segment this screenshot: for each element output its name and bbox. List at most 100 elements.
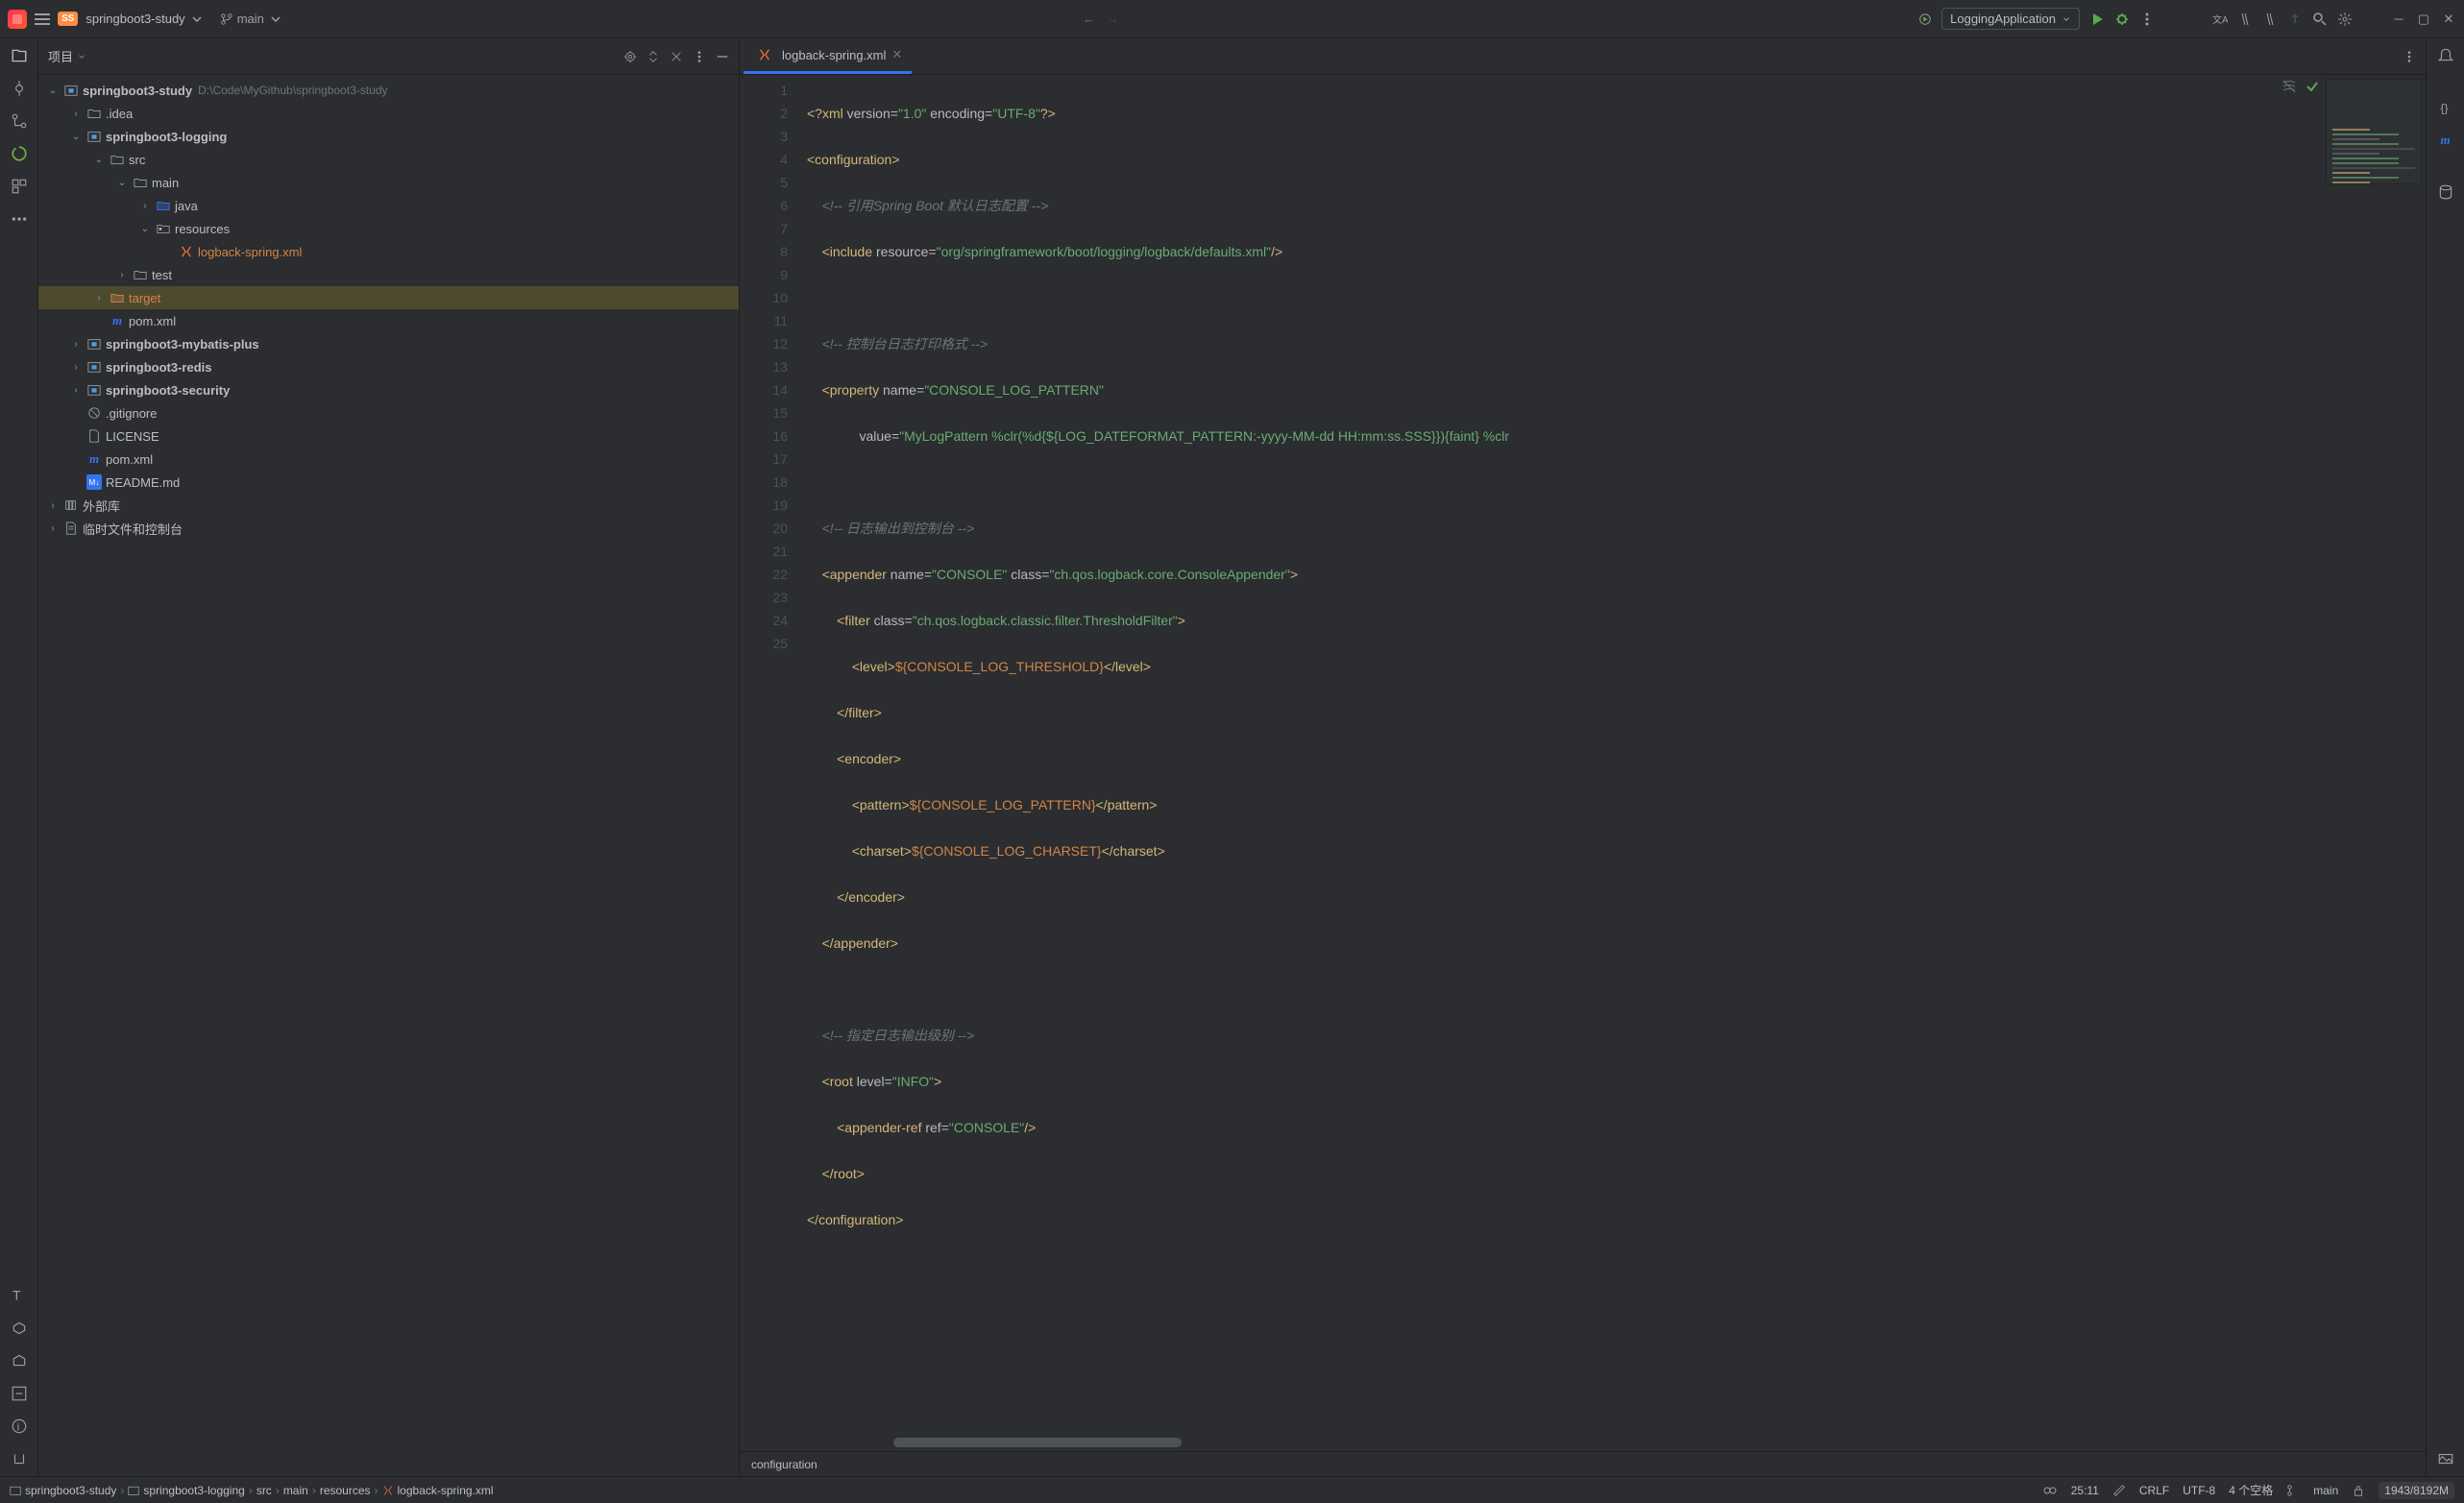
code-with-me-icon[interactable] bbox=[2237, 12, 2253, 27]
maven-tool-icon[interactable]: m bbox=[2436, 131, 2455, 150]
tree-row[interactable]: ›.idea bbox=[38, 102, 739, 125]
module-icon bbox=[86, 336, 102, 352]
tree-row[interactable]: ›java bbox=[38, 194, 739, 217]
database-tool-icon[interactable] bbox=[2436, 182, 2455, 202]
memory-indicator[interactable]: 1943/8192M bbox=[2379, 1482, 2454, 1499]
indent-setting[interactable]: 4 个空格 bbox=[2229, 1482, 2273, 1498]
more-tool-icon[interactable] bbox=[10, 209, 29, 229]
library-icon bbox=[63, 497, 79, 513]
tree-row[interactable]: ⌄resources bbox=[38, 217, 739, 240]
tree-row-root[interactable]: ⌄ springboot3-study D:\Code\MyGithub\spr… bbox=[38, 79, 739, 102]
spring-tool-icon[interactable] bbox=[10, 144, 29, 163]
code-with-me-icon[interactable] bbox=[2262, 12, 2278, 27]
tree-row[interactable]: mpom.xml bbox=[38, 309, 739, 332]
copilot-icon[interactable] bbox=[2042, 1483, 2058, 1498]
tree-row[interactable]: logback-spring.xml bbox=[38, 240, 739, 263]
tree-row[interactable]: LICENSE bbox=[38, 424, 739, 448]
tree-row[interactable]: M↓README.md bbox=[38, 471, 739, 494]
translate-icon[interactable]: 文A bbox=[2212, 12, 2228, 27]
select-opened-file-icon[interactable] bbox=[623, 50, 637, 63]
tree-row[interactable]: ›springboot3-redis bbox=[38, 355, 739, 378]
vcs-branch-selector[interactable]: main bbox=[220, 12, 283, 27]
line-number-gutter[interactable]: 1234567891011121314151617181920212223242… bbox=[740, 75, 797, 1451]
close-icon[interactable]: ✕ bbox=[2441, 12, 2456, 27]
notifications-icon[interactable] bbox=[2436, 46, 2455, 65]
crumb-item[interactable]: configuration bbox=[751, 1458, 817, 1471]
more-icon[interactable] bbox=[693, 50, 706, 63]
tree-row[interactable]: ›外部库 bbox=[38, 494, 739, 517]
commit-tool-icon[interactable] bbox=[10, 79, 29, 98]
tree-row[interactable]: mpom.xml bbox=[38, 448, 739, 471]
tree-row[interactable]: ›springboot3-mybatis-plus bbox=[38, 332, 739, 355]
project-panel-title[interactable]: 项目 bbox=[48, 47, 86, 65]
breadcrumb-item[interactable]: main bbox=[283, 1484, 308, 1497]
cursor-position[interactable]: 25:11 bbox=[2071, 1484, 2099, 1497]
structure-tool-icon[interactable] bbox=[10, 177, 29, 196]
expand-all-icon[interactable] bbox=[646, 50, 660, 63]
maximize-icon[interactable]: ▢ bbox=[2416, 12, 2431, 27]
nav-forward-icon[interactable]: → bbox=[1107, 12, 1119, 26]
minimize-panel-icon[interactable] bbox=[716, 50, 729, 63]
line-separator[interactable]: CRLF bbox=[2139, 1484, 2169, 1497]
minimap[interactable] bbox=[2326, 79, 2422, 184]
run-configuration-selector[interactable]: LoggingApplication bbox=[1941, 8, 2080, 30]
tree-row[interactable]: ⌄springboot3-logging bbox=[38, 125, 739, 148]
settings-icon[interactable] bbox=[2337, 12, 2353, 27]
tree-row[interactable]: .gitignore bbox=[38, 401, 739, 424]
markdown-icon: M↓ bbox=[86, 474, 102, 490]
pull-request-tool-icon[interactable] bbox=[10, 111, 29, 131]
chevron-down-icon bbox=[268, 12, 283, 27]
run-icon[interactable] bbox=[2089, 12, 2105, 27]
tree-row[interactable]: ›临时文件和控制台 bbox=[38, 517, 739, 540]
more-icon[interactable] bbox=[2139, 12, 2155, 27]
horizontal-scrollbar[interactable] bbox=[893, 1438, 1182, 1447]
tree-row[interactable]: ›springboot3-security bbox=[38, 378, 739, 401]
file-encoding[interactable]: UTF-8 bbox=[2183, 1484, 2215, 1497]
ai-assistant-icon[interactable]: {} bbox=[2436, 98, 2455, 117]
breadcrumb-item[interactable]: springboot3-study bbox=[10, 1484, 116, 1497]
tree-row[interactable]: ⌄src bbox=[38, 148, 739, 171]
project-tool-icon[interactable] bbox=[10, 46, 29, 65]
main-menu-icon[interactable] bbox=[35, 13, 50, 25]
editor-body[interactable]: 1234567891011121314151617181920212223242… bbox=[740, 75, 2426, 1451]
problems-tool-icon[interactable]: i bbox=[10, 1417, 29, 1436]
inspection-ok-icon[interactable] bbox=[2305, 79, 2320, 94]
breadcrumb-item[interactable]: src bbox=[256, 1484, 272, 1497]
target-folder-icon bbox=[110, 290, 125, 305]
debug-icon[interactable] bbox=[2114, 12, 2130, 27]
highlighter-icon[interactable] bbox=[2112, 1484, 2126, 1497]
project-selector[interactable]: springboot3-study bbox=[85, 12, 204, 27]
runner-icon[interactable] bbox=[1918, 12, 1932, 26]
module-icon bbox=[86, 129, 102, 144]
inspection-widget[interactable] bbox=[2281, 79, 2320, 94]
update-project-icon[interactable] bbox=[2287, 12, 2303, 27]
minimize-icon[interactable]: ─ bbox=[2391, 12, 2406, 27]
project-tree[interactable]: ⌄ springboot3-study D:\Code\MyGithub\spr… bbox=[38, 75, 739, 1476]
services-tool-icon[interactable] bbox=[10, 1319, 29, 1338]
right-tool-gutter: {} m bbox=[2426, 38, 2464, 1476]
search-icon[interactable] bbox=[2312, 12, 2328, 27]
tree-row[interactable]: ⌄main bbox=[38, 171, 739, 194]
close-panel-icon[interactable] bbox=[670, 50, 683, 63]
more-icon[interactable] bbox=[2403, 50, 2416, 63]
git-branch[interactable]: main bbox=[2313, 1484, 2338, 1497]
vcs-tool-icon[interactable] bbox=[10, 1449, 29, 1468]
editor-tab[interactable]: logback-spring.xml ✕ bbox=[744, 38, 912, 74]
file-icon bbox=[86, 428, 102, 444]
nav-back-icon[interactable]: ← bbox=[1083, 12, 1095, 26]
breadcrumb-item[interactable]: logback-spring.xml bbox=[382, 1484, 494, 1497]
code-editor[interactable]: <?xml version="1.0" encoding="UTF-8"?> <… bbox=[797, 75, 2426, 1451]
close-tab-icon[interactable]: ✕ bbox=[891, 47, 902, 62]
breadcrumb-item[interactable]: resources bbox=[320, 1484, 371, 1497]
editor-crumb-bar[interactable]: configuration bbox=[740, 1451, 2426, 1476]
tree-row[interactable]: ›test bbox=[38, 263, 739, 286]
git-tool-icon[interactable] bbox=[10, 1384, 29, 1403]
breadcrumb-item[interactable]: springboot3-logging bbox=[128, 1484, 244, 1497]
reader-mode-icon[interactable] bbox=[2281, 79, 2297, 94]
branch-icon bbox=[2286, 1484, 2300, 1497]
tree-row-selected[interactable]: ›target bbox=[38, 286, 739, 309]
terminal-tool-icon[interactable]: T bbox=[10, 1286, 29, 1305]
build-tool-icon[interactable] bbox=[10, 1351, 29, 1370]
thumbnail-icon[interactable] bbox=[2436, 1449, 2455, 1468]
lock-icon[interactable] bbox=[2352, 1484, 2365, 1497]
